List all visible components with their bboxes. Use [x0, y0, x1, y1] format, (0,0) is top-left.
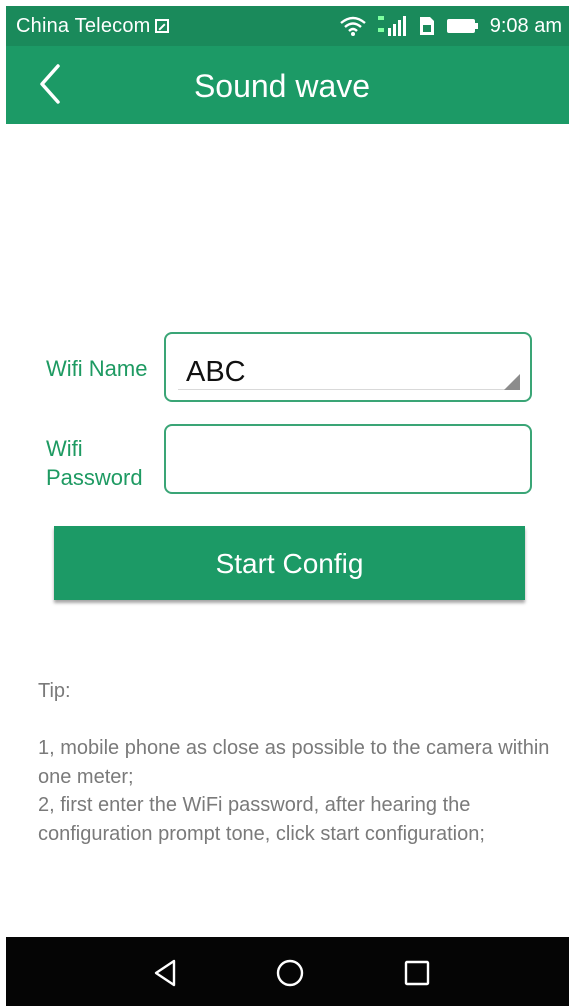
signal-icon: [377, 16, 406, 36]
tip-line-1: 1, mobile phone as close as possible to …: [38, 737, 550, 788]
nav-back-icon: [154, 959, 176, 987]
wifi-name-select[interactable]: ABC: [164, 332, 532, 402]
dropdown-arrow-icon: [504, 374, 520, 390]
tip-line-2: 2, first enter the WiFi password, after …: [38, 794, 485, 845]
status-time: 9:08 am: [489, 14, 562, 37]
tip-text: 1, mobile phone as close as possible to …: [38, 734, 558, 848]
app-screen: China Telecom 9:08 am Sound wave Wifi Na…: [6, 6, 569, 1006]
nav-home-button[interactable]: [274, 957, 306, 989]
nav-recent-icon: [404, 960, 430, 986]
system-nav-bar: [6, 937, 569, 1006]
battery-icon: [446, 19, 478, 33]
wifi-name-label: Wifi Name: [46, 356, 148, 381]
start-config-button[interactable]: Start Config: [54, 526, 525, 600]
carrier-info: China Telecom: [16, 15, 169, 38]
wifi-password-field[interactable]: [164, 424, 532, 494]
status-icons: 9:08 am: [339, 14, 562, 38]
tip-title: Tip:: [38, 680, 71, 702]
nav-home-icon: [276, 959, 304, 987]
app-header: Sound wave: [6, 46, 569, 124]
nav-recent-button[interactable]: [401, 957, 433, 989]
status-bar: China Telecom 9:08 am: [6, 6, 569, 46]
field-underline: [178, 389, 518, 390]
wifi-password-label: Wifi Password: [46, 436, 143, 490]
wifi-icon: [339, 16, 366, 36]
page-title: Sound wave: [193, 68, 371, 104]
wifi-name-value: ABC: [186, 356, 246, 388]
wifi-password-input[interactable]: [178, 434, 522, 486]
image-notification-icon: [154, 19, 169, 33]
nav-back-button[interactable]: [150, 957, 182, 989]
carrier-name: China Telecom: [16, 15, 151, 37]
sim-card-icon: [419, 17, 434, 35]
